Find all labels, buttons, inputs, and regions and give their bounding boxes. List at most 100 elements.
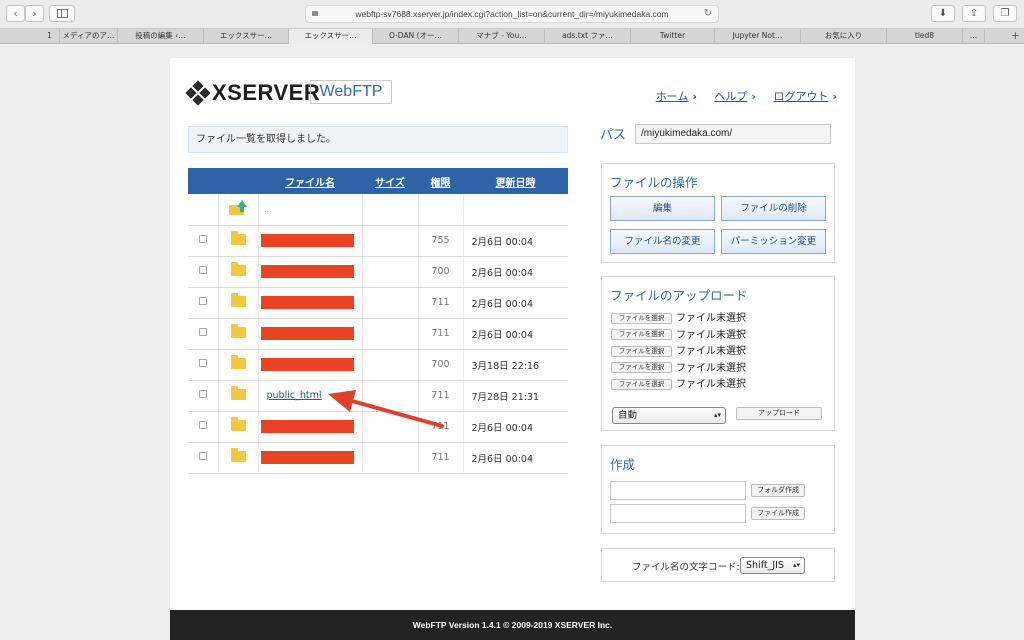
address-bar[interactable]: webftp-sv7688.xserver.jp/index.cgi?actio… [305, 5, 719, 23]
choose-file-button[interactable]: ファイルを選択 [611, 312, 672, 324]
file-ops-title: ファイルの操作 [610, 175, 698, 190]
download-icon: ⬇ [938, 8, 948, 19]
folder-icon [230, 261, 246, 276]
file-status: ファイル未選択 [676, 362, 746, 374]
table-row[interactable]: 700 2月6日 00:04 [188, 256, 568, 288]
browser-tab[interactable]: … [963, 29, 985, 44]
browser-tab[interactable]: O-DAN (オー… [373, 29, 459, 44]
select-arrows-icon: ▴▾ [792, 561, 800, 569]
modified-cell: 7月28日 21:31 [463, 380, 568, 412]
browser-tab[interactable]: 1 [40, 29, 60, 44]
row-checkbox[interactable] [198, 452, 207, 460]
folder-icon [230, 323, 246, 338]
back-button[interactable]: ‹ [6, 5, 25, 22]
browser-tab[interactable]: エックスサー… [204, 29, 289, 44]
browser-toolbar: ‹ › webftp-sv7688.xserver.jp/index.cgi?a… [0, 0, 1024, 28]
upload-mode-value: 自動 [618, 410, 638, 421]
browser-tab[interactable]: マナブ - You… [459, 29, 545, 44]
browser-tab[interactable]: エックスサー… [289, 29, 373, 44]
browser-tab[interactable]: お気に入り [801, 29, 887, 44]
file-table-header: ファイル名 サイズ 権限 更新日時 [188, 168, 568, 194]
redacted-filename [260, 358, 354, 371]
upload-mode-select[interactable]: 自動 ▴▾ [612, 407, 726, 424]
create-folder-button[interactable]: フォルダ作成 [751, 484, 805, 497]
logout-link[interactable]: ログアウト › [773, 90, 837, 103]
size-cell [362, 411, 419, 443]
lock-icon [312, 11, 318, 16]
file-name-input[interactable] [610, 504, 746, 523]
chevron-right-icon: › [32, 7, 37, 20]
choose-file-button[interactable]: ファイルを選択 [611, 329, 672, 340]
help-link[interactable]: ヘルプ › [714, 90, 756, 103]
modified-cell: 2月6日 00:04 [463, 411, 568, 443]
table-row[interactable]: 711 2月6日 00:04 [188, 411, 568, 443]
folder-name-input[interactable] [610, 481, 746, 500]
new-tab-icon[interactable]: + [1011, 29, 1020, 43]
modified-cell: 3月18日 22:16 [463, 349, 568, 381]
row-checkbox[interactable] [198, 266, 207, 274]
row-checkbox[interactable] [198, 328, 207, 336]
path-input[interactable]: /miyukimedaka.com/ [635, 124, 831, 144]
table-row[interactable]: 711 2月6日 00:04 [188, 287, 568, 319]
forward-button[interactable]: › [25, 5, 44, 22]
delete-file-button[interactable]: ファイルの削除 [721, 196, 826, 221]
table-row[interactable]: 755 2月6日 00:04 [188, 225, 568, 257]
change-permission-button[interactable]: パーミッション変更 [721, 229, 826, 254]
home-link[interactable]: ホーム › [656, 90, 697, 103]
folder-icon [230, 447, 246, 462]
footer: WebFTP Version 1.4.1 © 2009-2019 XSERVER… [170, 610, 855, 640]
choose-file-button[interactable]: ファイルを選択 [611, 362, 672, 373]
modified-cell: 2月6日 00:04 [463, 225, 568, 257]
choose-file-button[interactable]: ファイルを選択 [611, 378, 672, 390]
encoding-label: ファイル名の文字コード: [632, 562, 740, 573]
encoding-select[interactable]: Shift_JIS ▴▾ [740, 557, 805, 574]
redacted-filename [260, 451, 354, 464]
downloads-button[interactable]: ⬇ [931, 5, 955, 22]
share-icon: ⇪ [969, 8, 979, 19]
tabs-overview-button[interactable]: ❐ [993, 5, 1017, 22]
row-checkbox[interactable] [198, 359, 207, 367]
col-filename[interactable]: ファイル名 [258, 168, 362, 194]
sidebar-toggle-button[interactable] [49, 5, 75, 22]
browser-tab[interactable]: 投稿の編集 ‹… [118, 29, 204, 44]
choose-file-button[interactable]: ファイルを選択 [611, 345, 672, 357]
folder-icon [230, 230, 246, 245]
top-links: ホーム › ヘルプ › ログアウト › [642, 88, 837, 104]
row-checkbox[interactable] [198, 421, 207, 429]
parent-dir-row[interactable]: .. [188, 194, 568, 226]
filename-link[interactable]: public_html [267, 390, 322, 401]
chevron-right-icon: › [751, 90, 756, 103]
browser-tab[interactable]: メディアのア… [60, 29, 118, 44]
file-status: ファイル未選択 [676, 379, 746, 390]
col-permission[interactable]: 権限 [418, 168, 463, 194]
modified-cell: 2月6日 00:04 [463, 256, 568, 288]
redacted-filename [260, 420, 354, 433]
col-modified[interactable]: 更新日時 [463, 168, 568, 194]
share-button[interactable]: ⇪ [962, 5, 986, 22]
create-file-button[interactable]: ファイル作成 [751, 507, 805, 520]
upload-button[interactable]: アップロード [736, 407, 822, 420]
table-row[interactable]: public_html 711 7月28日 21:31 [188, 380, 568, 412]
size-cell [362, 380, 419, 412]
upload-file-row: ファイルを選択 ファイル未選択 [611, 359, 746, 374]
table-row[interactable]: 711 2月6日 00:04 [188, 318, 568, 350]
browser-tab[interactable]: tled8 [887, 29, 963, 44]
row-checkbox[interactable] [198, 235, 207, 243]
col-size[interactable]: サイズ [362, 168, 418, 194]
rename-file-button[interactable]: ファイル名の変更 [610, 229, 715, 254]
browser-tab[interactable]: ads.txt ファ… [545, 29, 631, 44]
reload-icon[interactable]: ↻ [704, 6, 712, 22]
modified-cell: 2月6日 00:04 [463, 287, 568, 319]
table-row[interactable]: 711 2月6日 00:04 [188, 442, 568, 474]
row-checkbox[interactable] [198, 390, 207, 398]
edit-button[interactable]: 編集 [610, 196, 715, 221]
table-row[interactable]: 700 3月18日 22:16 [188, 349, 568, 381]
upload-title: ファイルのアップロード [610, 288, 748, 303]
browser-tab[interactable]: Twitter [631, 29, 715, 44]
file-status: ファイル未選択 [676, 313, 746, 324]
xserver-logo-icon [185, 80, 211, 106]
row-checkbox[interactable] [198, 297, 207, 305]
parent-dir-label[interactable]: .. [265, 206, 269, 214]
browser-tab[interactable]: Jupyter Not… [715, 29, 801, 44]
size-cell [362, 318, 419, 350]
